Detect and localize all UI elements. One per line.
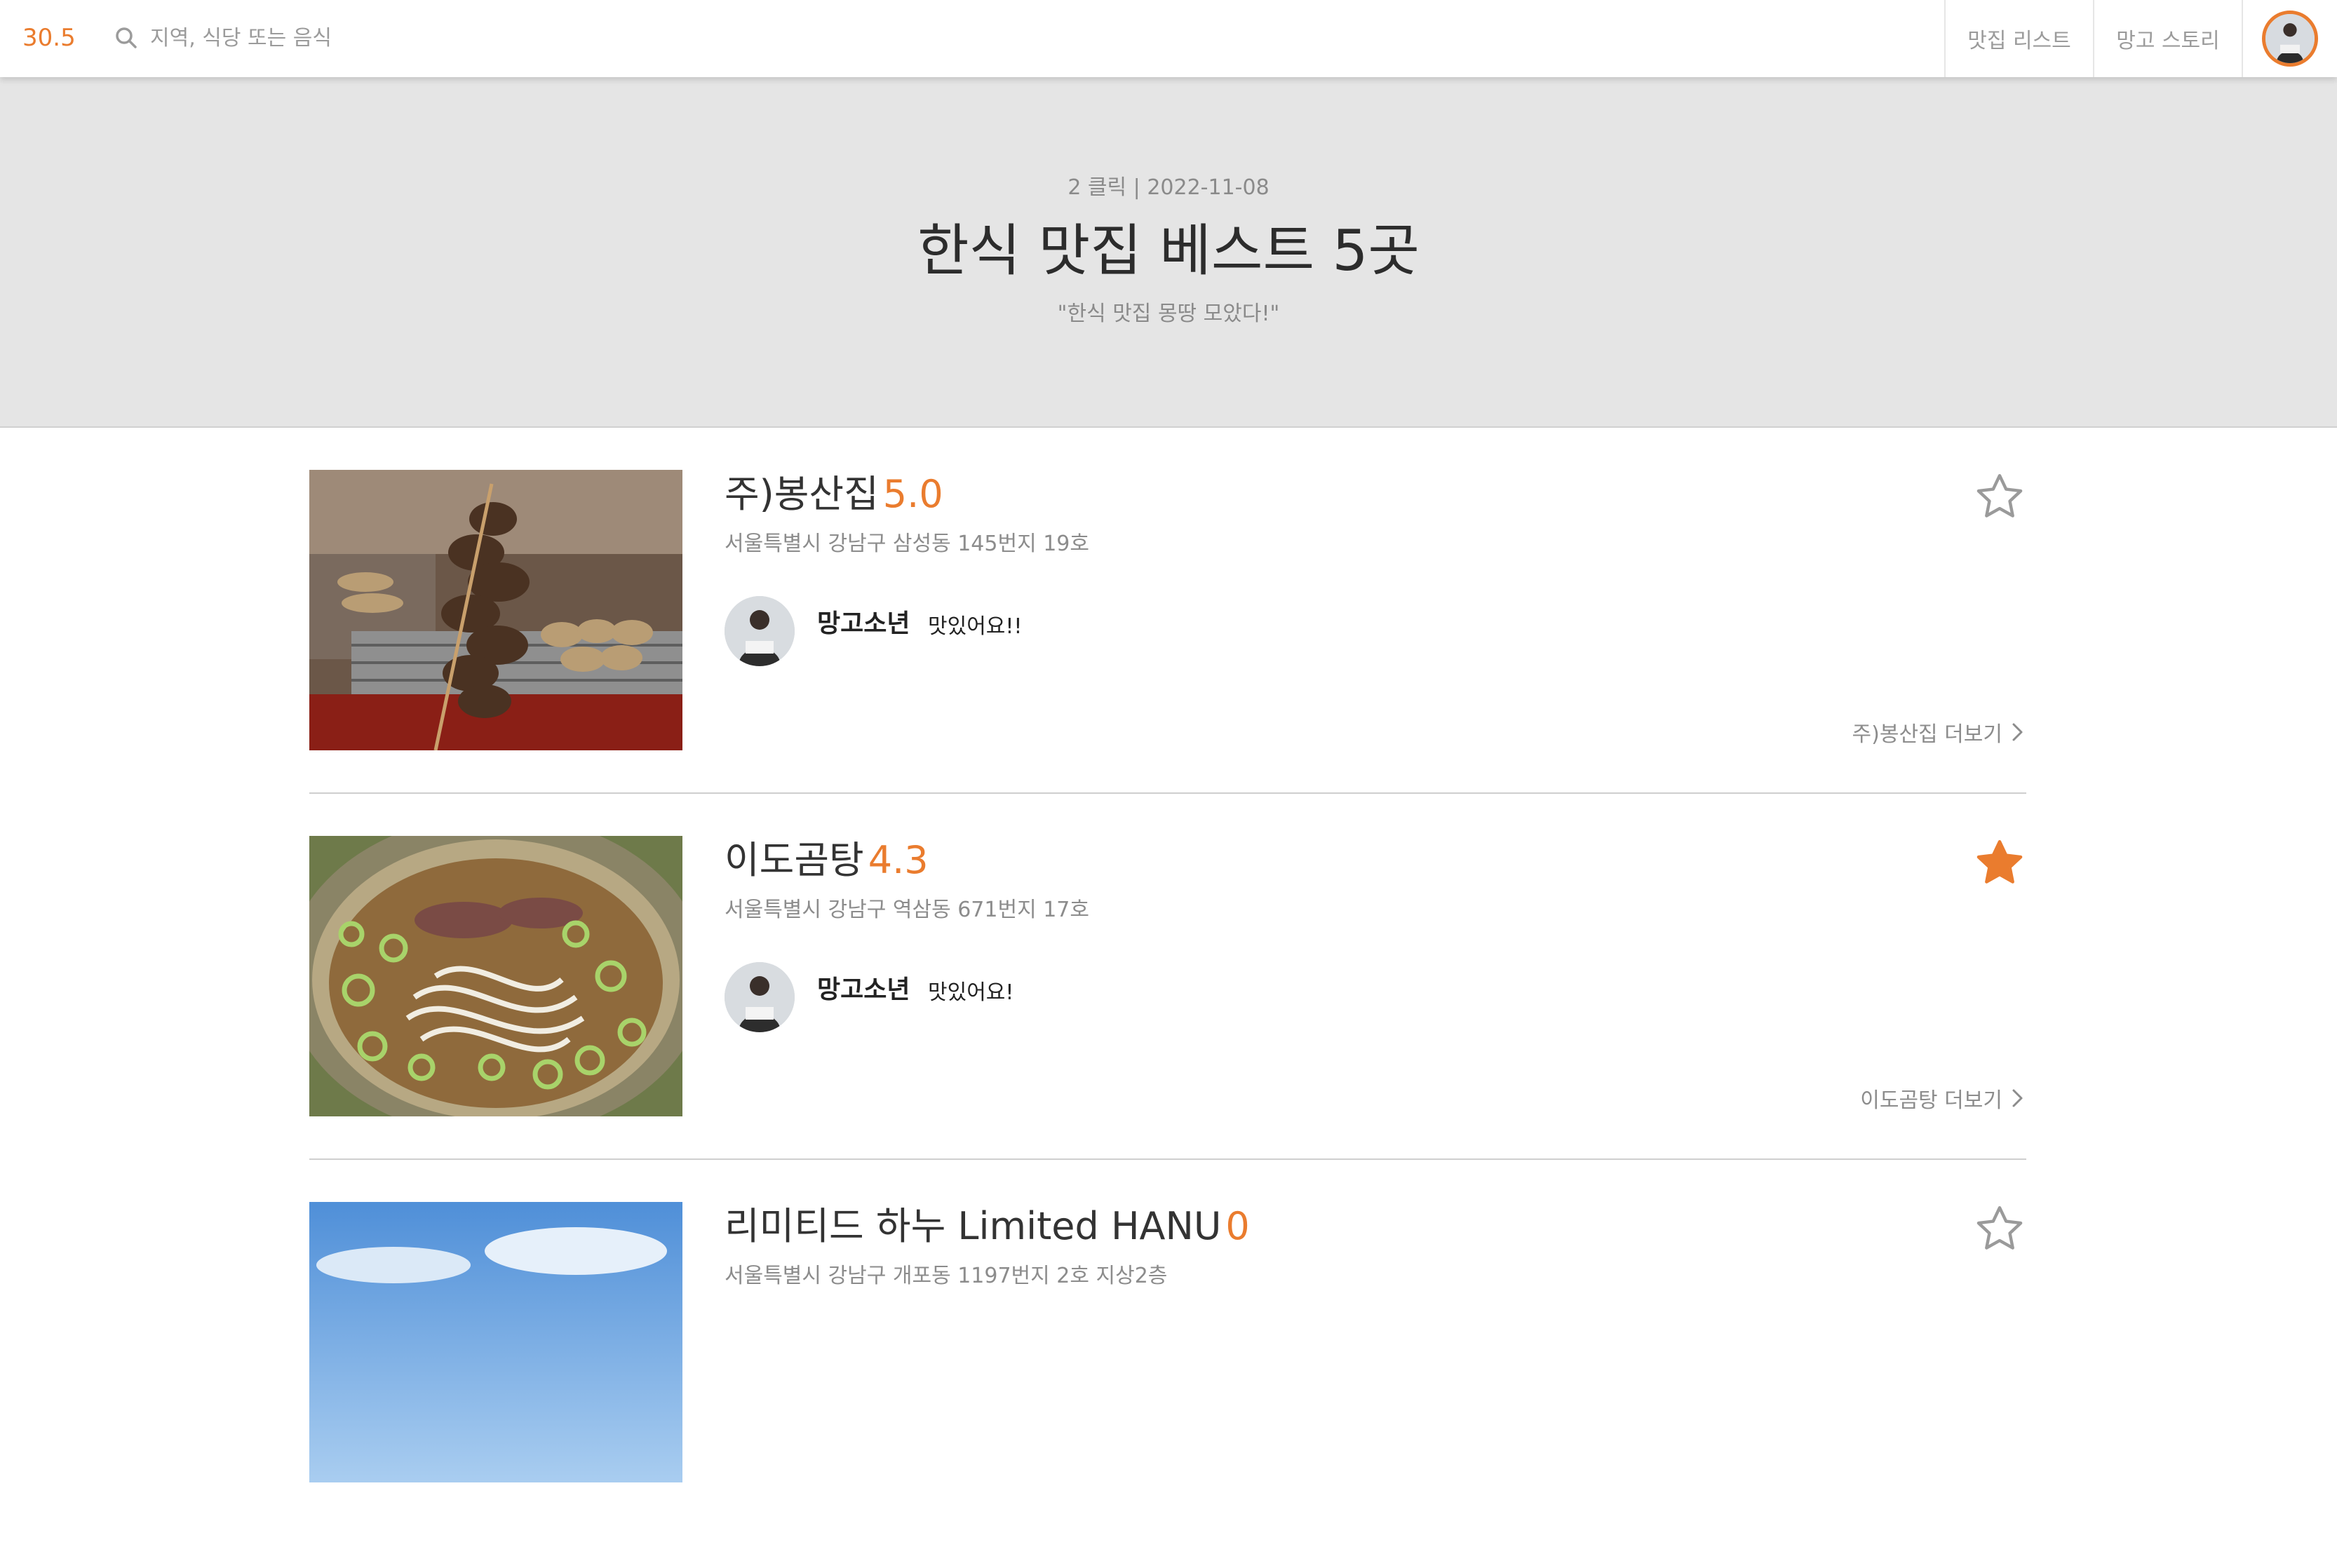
top-header: 30.5 맛집 리스트 망고 스토리 bbox=[0, 0, 2337, 77]
more-link[interactable]: 이도곰탕 더보기 bbox=[1860, 1083, 2026, 1114]
restaurant-item: 리미티드 하누 Limited HANU 0 서울특별시 강남구 개포동 1197… bbox=[309, 1202, 2026, 1568]
chevron-right-icon bbox=[2012, 723, 2023, 741]
chevron-right-icon bbox=[2012, 1089, 2023, 1107]
logo[interactable]: 30.5 bbox=[22, 22, 76, 53]
restaurant-score: 5.0 bbox=[882, 472, 943, 516]
page-title: 한식 맛집 베스트 5곳 bbox=[917, 218, 1420, 283]
restaurant-info: 주)봉산집 5.0 서울특별시 강남구 삼성동 145번지 19호 망고소년 맛있… bbox=[725, 470, 2026, 750]
restaurant-address: 서울특별시 강남구 개포동 1197번지 2호 지상2층 bbox=[725, 1264, 1168, 1288]
nav-mango-story[interactable]: 망고 스토리 bbox=[2093, 0, 2242, 77]
list-meta: 2 클릭 | 2022-11-08 bbox=[1068, 175, 1269, 200]
restaurant-address: 서울특별시 강남구 삼성동 145번지 19호 bbox=[725, 532, 1089, 556]
search-input[interactable] bbox=[150, 25, 543, 50]
restaurant-item: 주)봉산집 5.0 서울특별시 강남구 삼성동 145번지 19호 망고소년 맛있… bbox=[309, 470, 2026, 836]
restaurant-image[interactable] bbox=[309, 470, 682, 750]
restaurant-score: 4.3 bbox=[868, 838, 929, 882]
restaurant-info: 이도곰탕 4.3 서울특별시 강남구 역삼동 671번지 17호 망고소년 맛있어… bbox=[725, 836, 2026, 1116]
restaurant-name[interactable]: 리미티드 하누 Limited HANU bbox=[725, 1204, 1221, 1248]
restaurant-info: 리미티드 하누 Limited HANU 0 서울특별시 강남구 개포동 1197… bbox=[725, 1202, 2026, 1482]
star-outline-icon[interactable] bbox=[1973, 470, 2026, 523]
more-link-label: 주)봉산집 더보기 bbox=[1852, 722, 2002, 747]
more-link[interactable]: 주)봉산집 더보기 bbox=[1852, 717, 2026, 748]
reviewer-avatar[interactable] bbox=[725, 962, 795, 1032]
reviewer-name[interactable]: 망고소년 bbox=[817, 969, 910, 1006]
restaurant-image[interactable] bbox=[309, 1202, 682, 1482]
reviewer-name[interactable]: 망고소년 bbox=[817, 603, 910, 640]
review-comment: 맛있어요! bbox=[928, 980, 1014, 1005]
restaurant-name-row[interactable]: 리미티드 하누 Limited HANU 0 bbox=[725, 1202, 1250, 1251]
restaurant-list: 주)봉산집 5.0 서울특별시 강남구 삼성동 145번지 19호 망고소년 맛있… bbox=[309, 470, 2026, 1568]
search-icon bbox=[116, 27, 137, 48]
profile-button[interactable] bbox=[2242, 0, 2337, 77]
restaurant-image[interactable] bbox=[309, 836, 682, 1116]
star-filled-icon[interactable] bbox=[1973, 836, 2026, 889]
avatar bbox=[2262, 11, 2318, 67]
restaurant-item: 이도곰탕 4.3 서울특별시 강남구 역삼동 671번지 17호 망고소년 맛있어… bbox=[309, 836, 2026, 1202]
restaurant-address: 서울특별시 강남구 역삼동 671번지 17호 bbox=[725, 898, 1089, 922]
restaurant-score: 0 bbox=[1225, 1204, 1250, 1248]
list-subtitle: "한식 맛집 몽땅 모았다!" bbox=[1057, 302, 1280, 326]
top-nav: 맛집 리스트 망고 스토리 bbox=[1944, 0, 2337, 77]
restaurant-name-row[interactable]: 주)봉산집 5.0 bbox=[725, 470, 943, 519]
restaurant-name[interactable]: 주)봉산집 bbox=[725, 472, 879, 516]
restaurant-name[interactable]: 이도곰탕 bbox=[725, 838, 864, 882]
reviewer-avatar[interactable] bbox=[725, 596, 795, 666]
more-link-label: 이도곰탕 더보기 bbox=[1860, 1088, 2002, 1113]
nav-restaurant-list[interactable]: 맛집 리스트 bbox=[1944, 0, 2093, 77]
search-bar[interactable] bbox=[112, 21, 543, 55]
star-outline-icon[interactable] bbox=[1973, 1202, 2026, 1255]
restaurant-name-row[interactable]: 이도곰탕 4.3 bbox=[725, 836, 929, 885]
review-comment: 맛있어요!! bbox=[928, 614, 1023, 639]
list-banner: 2 클릭 | 2022-11-08 한식 맛집 베스트 5곳 "한식 맛집 몽땅… bbox=[0, 77, 2337, 428]
